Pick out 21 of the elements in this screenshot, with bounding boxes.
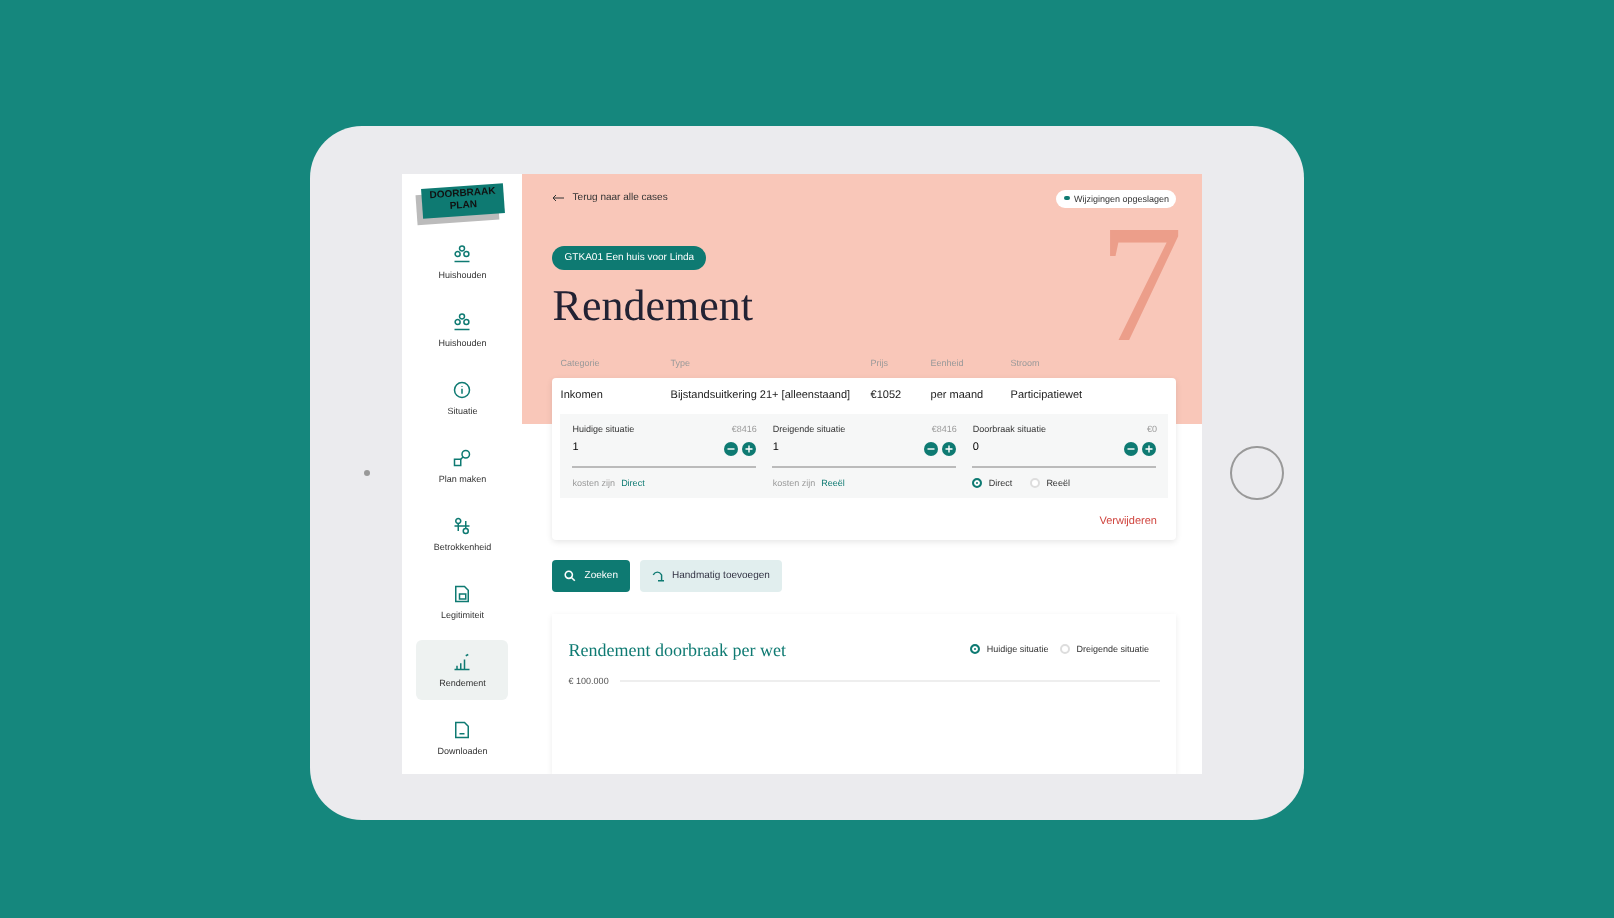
plus-icon[interactable] xyxy=(1142,441,1157,455)
plus-icon[interactable] xyxy=(942,441,957,455)
minus-icon[interactable] xyxy=(724,441,739,455)
arrow-left-icon xyxy=(552,194,565,202)
radio-button[interactable] xyxy=(970,644,981,654)
plan-icon xyxy=(452,447,473,467)
plus-icon[interactable] xyxy=(742,441,757,455)
chart-icon xyxy=(452,651,473,671)
chart-title: Rendement doorbraak per wet xyxy=(568,639,787,659)
download-icon xyxy=(452,719,473,739)
people-icon xyxy=(452,311,473,331)
radio-button[interactable] xyxy=(972,477,983,487)
page-title: Rendement xyxy=(552,279,755,331)
search-icon xyxy=(564,569,577,581)
minus-icon[interactable] xyxy=(924,441,939,455)
people-icon xyxy=(452,243,473,263)
info-icon xyxy=(452,379,473,399)
camera-dot xyxy=(363,470,370,476)
minus-icon[interactable] xyxy=(1124,441,1139,455)
document-icon xyxy=(452,583,473,603)
network-icon xyxy=(452,515,473,535)
